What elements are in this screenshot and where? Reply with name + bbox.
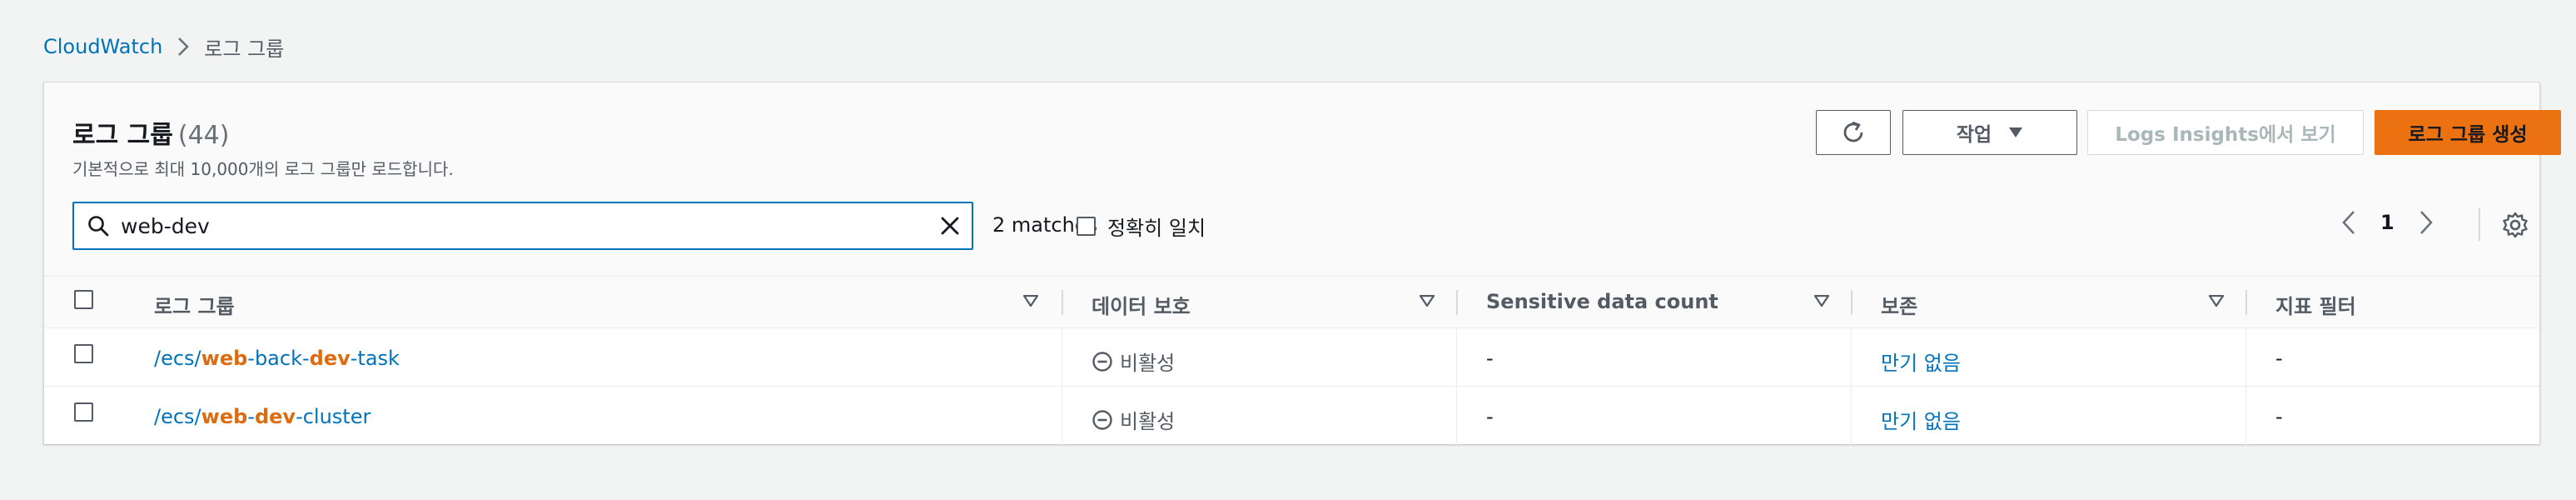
refresh-icon — [1841, 120, 1866, 145]
metric-filters-value: - — [2275, 347, 2283, 370]
log-group-link[interactable]: /ecs/web-back-dev-task — [154, 347, 400, 370]
cell-divider — [1456, 328, 1457, 387]
sensitive-data-count: - — [1486, 405, 1494, 428]
row-checkbox[interactable] — [74, 344, 93, 368]
pagination-divider — [2479, 208, 2480, 241]
pagination: 1 — [2342, 210, 2433, 235]
sensitive-data-count: - — [1486, 347, 1494, 370]
cell-divider — [2245, 328, 2246, 387]
clear-search-icon[interactable] — [940, 216, 960, 236]
cell-divider — [1456, 387, 1457, 445]
column-divider[interactable] — [1062, 290, 1063, 315]
row-checkbox[interactable] — [74, 402, 93, 427]
chevron-right-icon — [177, 37, 190, 57]
page-title: 로그 그룹 (44) — [72, 114, 229, 151]
exact-match-label: 정확히 일치 — [1107, 217, 1206, 240]
previous-page-icon[interactable] — [2342, 210, 2355, 235]
sort-caret-icon[interactable] — [1023, 295, 1038, 307]
column-header-log-group[interactable]: 로그 그룹 — [154, 290, 235, 319]
breadcrumb-current: 로그 그룹 — [204, 37, 285, 61]
table-header-row: 로그 그룹 데이터 보호 Sensitive data count 보존 지표 … — [44, 276, 2539, 328]
disabled-status-icon — [1092, 351, 1113, 372]
breadcrumb-cloudwatch-link[interactable]: CloudWatch — [43, 35, 162, 58]
metric-filters-value: - — [2275, 405, 2283, 428]
retention-link[interactable]: 만기 없음 — [1881, 347, 1961, 376]
column-header-retention[interactable]: 보존 — [1881, 290, 1917, 319]
column-divider[interactable] — [1851, 290, 1852, 315]
sort-caret-icon[interactable] — [1420, 295, 1435, 307]
page-title-text: 로그 그룹 — [72, 121, 173, 150]
log-groups-panel: 로그 그룹 (44) 기본적으로 최대 10,000개의 로그 그룹만 로드합니다… — [43, 82, 2561, 445]
retention-link[interactable]: 만기 없음 — [1881, 405, 1961, 434]
select-all-checkbox[interactable] — [74, 290, 93, 314]
column-divider[interactable] — [2245, 290, 2247, 315]
log-groups-table: 로그 그룹 데이터 보호 Sensitive data count 보존 지표 … — [44, 276, 2539, 445]
search-field — [72, 202, 973, 250]
log-group-count: (44) — [177, 121, 230, 150]
cell-divider — [1851, 387, 1852, 445]
page-description: 기본적으로 최대 10,000개의 로그 그룹만 로드합니다. — [72, 159, 454, 179]
actions-label: 작업 — [1956, 124, 1992, 146]
exact-match-checkbox[interactable] — [1077, 217, 1096, 236]
log-group-link[interactable]: /ecs/web-dev-cluster — [154, 405, 370, 428]
column-header-data-protection[interactable]: 데이터 보호 — [1092, 290, 1191, 319]
cell-divider — [2245, 387, 2246, 445]
create-log-group-button[interactable]: 로그 그룹 생성 — [2375, 110, 2561, 155]
gear-icon[interactable] — [2502, 212, 2529, 238]
sort-caret-icon[interactable] — [1814, 295, 1829, 307]
caret-down-icon — [2008, 127, 2023, 138]
data-protection-status: 비활성 — [1092, 347, 1175, 376]
next-page-icon[interactable] — [2419, 210, 2433, 235]
search-input[interactable] — [121, 213, 940, 238]
search-icon — [87, 215, 109, 237]
column-divider[interactable] — [1456, 290, 1458, 315]
disabled-status-icon — [1092, 409, 1113, 431]
exact-match-option[interactable]: 정확히 일치 — [1077, 212, 1206, 241]
breadcrumb: CloudWatch 로그 그룹 — [43, 32, 284, 62]
table-row: /ecs/web-back-dev-task 비활성 - 만기 없음 - — [44, 328, 2539, 387]
view-in-logs-insights-button[interactable]: Logs Insights에서 보기 — [2087, 110, 2364, 155]
current-page-number[interactable]: 1 — [2380, 211, 2394, 234]
actions-dropdown-button[interactable]: 작업 — [1902, 110, 2077, 155]
column-header-sensitive-data-count[interactable]: Sensitive data count — [1486, 290, 1718, 313]
cell-divider — [1851, 328, 1852, 387]
column-header-metric-filters[interactable]: 지표 필터 — [2275, 290, 2356, 319]
sort-caret-icon[interactable] — [2209, 295, 2224, 307]
table-row: /ecs/web-dev-cluster 비활성 - 만기 없음 - — [44, 386, 2539, 445]
refresh-button[interactable] — [1816, 110, 1891, 155]
data-protection-status: 비활성 — [1092, 405, 1175, 434]
